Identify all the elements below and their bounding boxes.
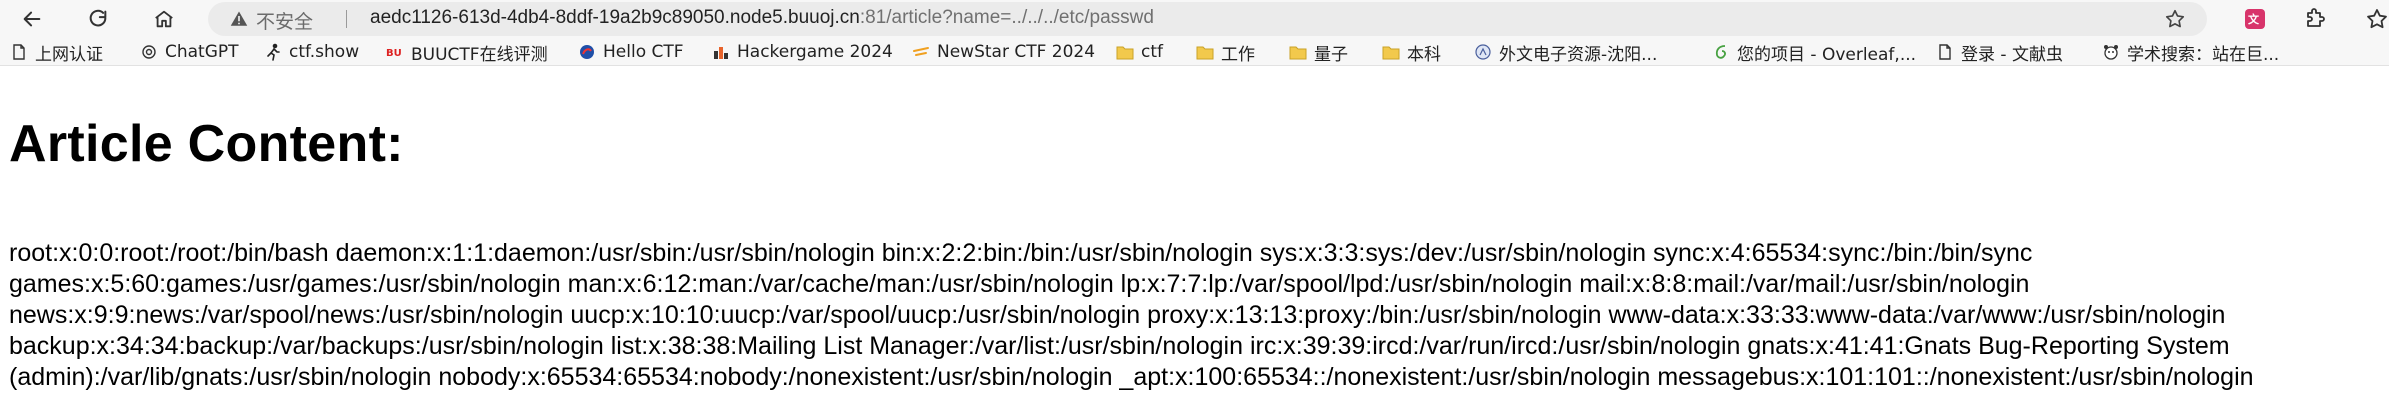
bookmark-item[interactable]: Hackergame 2024: [712, 39, 893, 65]
hello-ctf-icon: [578, 43, 596, 61]
bookmark-item[interactable]: 您的项目 - Overleaf,...: [1712, 39, 1916, 65]
bookmark-label: 外文电子资源-沈阳...: [1499, 44, 1658, 65]
bookmark-label: 本科: [1407, 44, 1441, 65]
url-path: :81/article?name=../../../etc/passwd: [859, 7, 1154, 28]
folder-icon: [1196, 43, 1214, 61]
svg-text:BU: BU: [386, 48, 402, 59]
folder-icon: [1382, 43, 1400, 61]
runner-icon: [264, 43, 282, 61]
hackergame-icon: [712, 43, 730, 61]
url-host: aedc1126-613d-4db4-8ddf-19a2b9c89050.nod…: [370, 7, 860, 28]
bookmark-item[interactable]: 工作: [1196, 39, 1255, 65]
bookmark-label: ctf.show: [289, 42, 360, 62]
document-icon: [1936, 43, 1954, 61]
home-icon: [155, 10, 173, 28]
bookmark-item[interactable]: 上网认证: [10, 39, 103, 65]
bookmark-item[interactable]: 外文电子资源-沈阳...: [1474, 39, 1657, 65]
back-button[interactable]: [16, 3, 48, 35]
buuctf-icon: BU: [386, 43, 404, 61]
bookmark-item[interactable]: ChatGPT: [140, 39, 239, 65]
overleaf-icon: [1712, 43, 1730, 61]
page-body: Article Content: root:x:0:0:root:/root:/…: [0, 66, 2389, 405]
svg-text:文: 文: [2248, 12, 2260, 26]
bookmark-label: 工作: [1221, 44, 1255, 65]
bookmark-label: 量子: [1314, 44, 1348, 65]
bookmark-label: BUUCTF在线评测: [411, 44, 548, 65]
star-icon[interactable]: [2164, 8, 2186, 30]
bookmark-label: 学术搜索：站在巨...: [2127, 44, 2280, 65]
browser-toolbar: 不安全 aedc1126-613d-4db4-8ddf-19a2b9c89050…: [0, 0, 2389, 38]
article-content: root:x:0:0:root:/root:/bin/bash daemon:x…: [9, 239, 2254, 391]
security-label[interactable]: 不安全: [256, 7, 313, 34]
bookmark-item[interactable]: ctf.show: [264, 39, 359, 65]
newstar-icon: [912, 43, 930, 61]
reload-button[interactable]: [82, 3, 114, 35]
bookmark-label: ChatGPT: [165, 42, 239, 62]
scholar-icon: [2102, 43, 2120, 61]
bookmark-item[interactable]: 量子: [1289, 39, 1348, 65]
favorites-button[interactable]: [2362, 4, 2389, 34]
extensions-button[interactable]: [2300, 4, 2330, 34]
bookmark-item[interactable]: ctf: [1116, 39, 1163, 65]
library-icon: [1474, 43, 1492, 61]
home-button[interactable]: [148, 3, 180, 35]
page-heading: Article Content:: [9, 115, 404, 173]
address-bar[interactable]: 不安全 aedc1126-613d-4db4-8ddf-19a2b9c89050…: [208, 2, 2207, 36]
bookmark-label: 上网认证: [35, 44, 103, 65]
folder-icon: [1289, 43, 1307, 61]
bookmark-label: 您的项目 - Overleaf,...: [1737, 44, 1917, 65]
url-text[interactable]: aedc1126-613d-4db4-8ddf-19a2b9c89050.nod…: [370, 7, 1154, 29]
bookmark-label: NewStar CTF 2024: [937, 42, 1096, 62]
bookmarks-bar: 上网认证 ChatGPT ctf.show BU BUUCTF在线评测 Hell…: [0, 38, 2389, 66]
translate-icon: 文: [2245, 9, 2265, 29]
translate-extension-button[interactable]: 文: [2240, 4, 2270, 34]
bookmark-item[interactable]: Hello CTF: [578, 39, 684, 65]
bookmark-label: Hackergame 2024: [737, 42, 893, 62]
address-divider: [346, 10, 347, 28]
warning-icon: [230, 11, 248, 26]
arrow-left-icon: [23, 11, 41, 27]
bookmark-item[interactable]: BU BUUCTF在线评测: [386, 39, 548, 65]
document-icon: [10, 43, 28, 61]
bookmark-item[interactable]: NewStar CTF 2024: [912, 39, 1095, 65]
reload-icon: [89, 9, 107, 27]
puzzle-icon: [2307, 8, 2325, 27]
favorites-star-icon: [2367, 9, 2387, 29]
bookmark-item[interactable]: 学术搜索：站在巨...: [2102, 39, 2279, 65]
chatgpt-icon: [140, 43, 158, 61]
bookmark-label: 登录 - 文献虫: [1961, 44, 2063, 65]
bookmark-label: ctf: [1141, 42, 1163, 62]
folder-icon: [1116, 43, 1134, 61]
bookmark-item[interactable]: 本科: [1382, 39, 1441, 65]
bookmark-label: Hello CTF: [603, 42, 684, 62]
bookmark-item[interactable]: 登录 - 文献虫: [1936, 39, 2063, 65]
